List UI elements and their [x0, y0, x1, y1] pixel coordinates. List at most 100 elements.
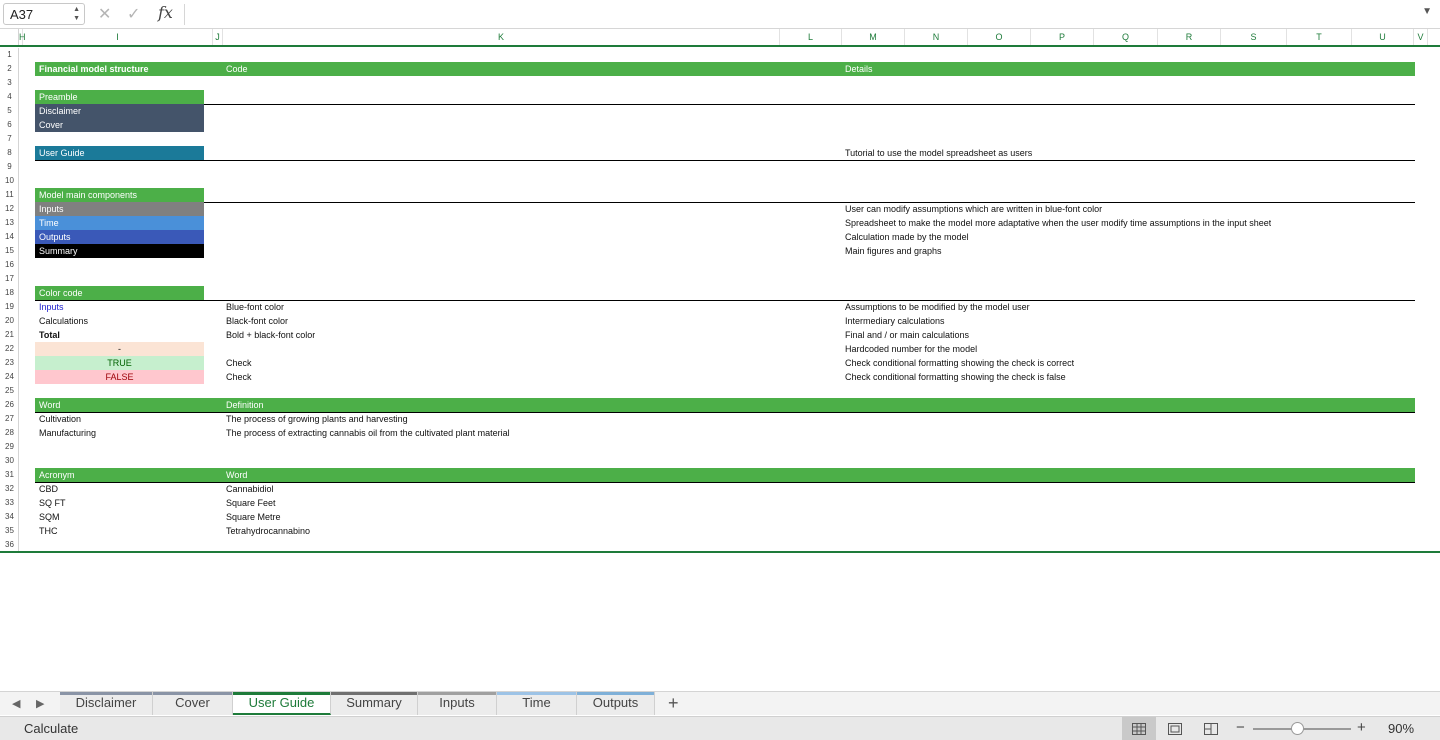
- summary-link[interactable]: Summary: [35, 244, 204, 258]
- tab-summary[interactable]: Summary: [331, 692, 418, 715]
- row-header-15[interactable]: 15: [0, 244, 19, 258]
- row-header-11[interactable]: 11: [0, 188, 19, 202]
- column-header-o[interactable]: O: [968, 29, 1031, 45]
- row-header-6[interactable]: 6: [0, 118, 19, 132]
- row-header-27[interactable]: 27: [0, 412, 19, 426]
- row-header-13[interactable]: 13: [0, 216, 19, 230]
- disclaimer-link[interactable]: Disclaimer: [35, 104, 204, 118]
- acronym-sqft: SQ FT: [39, 498, 66, 508]
- zoom-level[interactable]: 90%: [1388, 721, 1414, 736]
- row-header-17[interactable]: 17: [0, 272, 19, 286]
- column-header-s[interactable]: S: [1221, 29, 1287, 45]
- column-header-l[interactable]: L: [780, 29, 842, 45]
- tab-time[interactable]: Time: [497, 692, 577, 715]
- row-header-23[interactable]: 23: [0, 356, 19, 370]
- row-header-28[interactable]: 28: [0, 426, 19, 440]
- zoom-in-icon[interactable]: +: [1357, 719, 1366, 736]
- row-header-9[interactable]: 9: [0, 160, 19, 174]
- color-code-total-code: Bold + black-font color: [226, 330, 316, 340]
- sheet-grid[interactable]: Financial model structure Code Details P…: [19, 48, 1440, 552]
- color-code-true-code: Check: [226, 358, 252, 368]
- column-header-i[interactable]: I: [23, 29, 213, 45]
- column-header-j[interactable]: J: [213, 29, 223, 45]
- row-header-20[interactable]: 20: [0, 314, 19, 328]
- normal-view-icon[interactable]: [1122, 717, 1156, 740]
- tab-label: Cover: [175, 695, 210, 710]
- row-header-3[interactable]: 3: [0, 76, 19, 90]
- row-header-24[interactable]: 24: [0, 370, 19, 384]
- tab-outputs[interactable]: Outputs: [577, 692, 655, 715]
- confirm-icon[interactable]: ✓: [127, 4, 140, 24]
- name-box-value: A37: [10, 7, 34, 22]
- column-header-u[interactable]: U: [1352, 29, 1414, 45]
- header-details: Details: [845, 64, 873, 74]
- color-code-calculations-detail: Intermediary calculations: [845, 316, 945, 326]
- row-header-34[interactable]: 34: [0, 510, 19, 524]
- row-header-4[interactable]: 4: [0, 90, 19, 104]
- inputs-detail: User can modify assumptions which are wr…: [845, 204, 1103, 214]
- components-rule: [35, 202, 1415, 203]
- tab-inputs[interactable]: Inputs: [418, 692, 497, 715]
- row-header-5[interactable]: 5: [0, 104, 19, 118]
- row-header-32[interactable]: 32: [0, 482, 19, 496]
- row-header-18[interactable]: 18: [0, 286, 19, 300]
- column-header-m[interactable]: M: [842, 29, 905, 45]
- row-header-29[interactable]: 29: [0, 440, 19, 454]
- row-header-12[interactable]: 12: [0, 202, 19, 216]
- formula-expand-icon[interactable]: ▼: [1422, 6, 1432, 17]
- column-header-n[interactable]: N: [905, 29, 968, 45]
- tab-user-guide[interactable]: User Guide: [233, 692, 331, 715]
- tab-color-strip: [60, 692, 152, 695]
- sheet-tab-bar: ◀ ▶ + Disclaimer Cover User Guide Summary In…: [0, 691, 1440, 715]
- row-header-16[interactable]: 16: [0, 258, 19, 272]
- tab-label: Disclaimer: [75, 695, 137, 710]
- row-header-1[interactable]: 1: [0, 48, 19, 62]
- user-guide-detail: Tutorial to use the model spreadsheet as…: [845, 148, 1033, 158]
- row-header-14[interactable]: 14: [0, 230, 19, 244]
- column-header-p[interactable]: P: [1031, 29, 1094, 45]
- cancel-icon[interactable]: ✕: [98, 4, 111, 24]
- name-box-stepper-icon[interactable]: ▲ ▼: [73, 5, 80, 23]
- row-header-19[interactable]: 19: [0, 300, 19, 314]
- row-header-22[interactable]: 22: [0, 342, 19, 356]
- row-header-7[interactable]: 7: [0, 132, 19, 146]
- zoom-slider-handle[interactable]: [1291, 722, 1304, 735]
- name-box[interactable]: A37 ▲ ▼: [3, 3, 85, 25]
- outputs-link[interactable]: Outputs: [35, 230, 204, 244]
- tab-cover[interactable]: Cover: [153, 692, 233, 715]
- row-header-31[interactable]: 31: [0, 468, 19, 482]
- row-header-8[interactable]: 8: [0, 146, 19, 160]
- row-header-21[interactable]: 21: [0, 328, 19, 342]
- row-header-2[interactable]: 2: [0, 62, 19, 76]
- row-header-36[interactable]: 36: [0, 538, 19, 552]
- acronym-sqm: SQM: [39, 512, 60, 522]
- column-header-t[interactable]: T: [1287, 29, 1352, 45]
- add-sheet-icon[interactable]: +: [668, 693, 679, 714]
- page-layout-view-icon[interactable]: [1158, 717, 1192, 740]
- tab-next-icon[interactable]: ▶: [36, 697, 44, 710]
- formula-input[interactable]: [192, 6, 1412, 22]
- column-header-r[interactable]: R: [1158, 29, 1221, 45]
- row-header-26[interactable]: 26: [0, 398, 19, 412]
- select-all-corner[interactable]: [0, 29, 19, 45]
- color-code-calculations-code: Black-font color: [226, 316, 289, 326]
- column-header-q[interactable]: Q: [1094, 29, 1158, 45]
- inputs-link[interactable]: Inputs: [35, 202, 204, 216]
- column-header-k[interactable]: K: [223, 29, 780, 45]
- time-link[interactable]: Time: [35, 216, 204, 230]
- row-header-35[interactable]: 35: [0, 524, 19, 538]
- row-header-33[interactable]: 33: [0, 496, 19, 510]
- row-header-30[interactable]: 30: [0, 454, 19, 468]
- page-break-view-icon[interactable]: [1194, 717, 1228, 740]
- row-header-10[interactable]: 10: [0, 174, 19, 188]
- tab-prev-icon[interactable]: ◀: [12, 697, 20, 710]
- user-guide-link[interactable]: User Guide: [35, 146, 204, 160]
- tab-color-strip: [577, 692, 654, 695]
- tab-disclaimer[interactable]: Disclaimer: [60, 692, 153, 715]
- column-header-v[interactable]: V: [1414, 29, 1428, 45]
- row-header-25[interactable]: 25: [0, 384, 19, 398]
- zoom-out-icon[interactable]: −: [1236, 719, 1245, 736]
- cover-link[interactable]: Cover: [35, 118, 204, 132]
- color-code-title: Color code: [35, 286, 204, 300]
- function-icon[interactable]: fx: [158, 3, 173, 22]
